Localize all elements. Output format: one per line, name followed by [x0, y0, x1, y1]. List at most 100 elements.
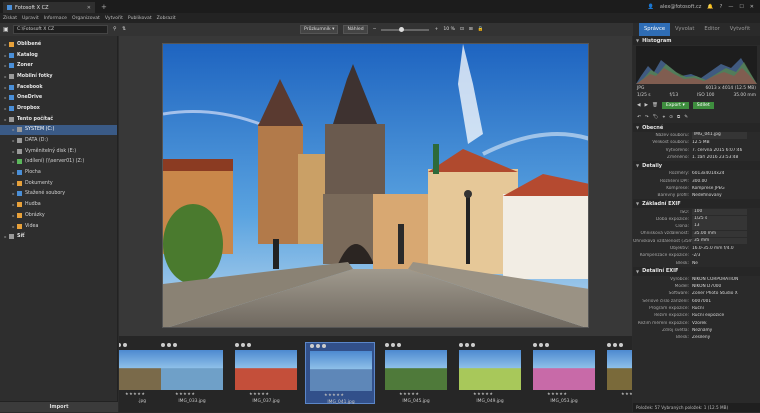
filmstrip-thumbnail[interactable]: ★★★★★ IMG_	[603, 342, 632, 404]
help-icon[interactable]: ?	[720, 4, 723, 10]
zoom-slider-handle[interactable]	[399, 26, 405, 32]
share-button[interactable]: Sdílet	[692, 101, 714, 109]
rotate-right-icon[interactable]: ↷	[645, 115, 649, 120]
tree-item[interactable]: ▸ Tento počítač	[0, 114, 117, 125]
module-tab[interactable]: Vytvořit	[725, 23, 755, 36]
app-tab[interactable]: Fotosoft X CZ ✕	[3, 2, 95, 13]
section-header-details[interactable]: ▼ Detaily	[633, 161, 760, 171]
rating-stars[interactable]: ★★★★★	[547, 391, 567, 396]
delete-icon[interactable]: 🗑	[652, 103, 658, 108]
expand-arrow-icon[interactable]: ▸	[2, 53, 9, 58]
expand-arrow-icon[interactable]: ▸	[10, 202, 17, 207]
location-icon[interactable]: ⊙	[669, 115, 673, 120]
expand-arrow-icon[interactable]: ▸	[2, 63, 9, 68]
property-value[interactable]: 13	[692, 223, 747, 230]
filmstrip-thumbnail[interactable]: ★★★★★ IMG_041.jpg	[305, 342, 375, 405]
zoom-out-icon[interactable]: −	[373, 27, 377, 32]
module-tab[interactable]: Editor	[699, 23, 724, 36]
next-icon[interactable]: ▶	[645, 103, 649, 108]
tree-item[interactable]: ▸ DATA (D:)	[0, 135, 117, 146]
previous-icon[interactable]: ◀	[637, 103, 641, 108]
expand-arrow-icon[interactable]: ▸	[2, 42, 9, 47]
tree-item[interactable]: ▸ Hudba	[0, 199, 117, 210]
module-tab[interactable]: Správce	[639, 23, 671, 36]
menu-item[interactable]: Organizovat	[72, 16, 100, 21]
close-tab-icon[interactable]: ✕	[87, 5, 91, 11]
tree-item[interactable]: ▸ (sdílení) (\\server01) (Z:)	[0, 157, 117, 168]
tree-item[interactable]: ▸ Dokumenty	[0, 178, 117, 189]
maximize-icon[interactable]: ☐	[739, 4, 743, 10]
expand-arrow-icon[interactable]: ▸	[10, 127, 17, 132]
actual-size-icon[interactable]: ⊞	[469, 27, 473, 32]
expand-arrow-icon[interactable]: ▸	[10, 138, 17, 143]
user-icon[interactable]: 👤	[648, 4, 654, 10]
rating-stars[interactable]: ★★★★★	[621, 391, 632, 396]
tree-item[interactable]: ▸ Vyměnitelný disk (E:)	[0, 146, 117, 157]
rating-stars[interactable]: ★★★★★	[249, 391, 269, 396]
filmstrip-thumbnail[interactable]: ★★★★★ IMG_053.jpg	[529, 342, 599, 404]
tree-item[interactable]: ▸ Zoner	[0, 60, 117, 71]
property-value[interactable]: 1/25 s	[692, 216, 747, 223]
import-button[interactable]: Import	[0, 401, 118, 412]
zoom-in-icon[interactable]: +	[434, 27, 438, 32]
filmstrip-thumbnail[interactable]: ★★★★★ IMG_033.jpg	[157, 342, 227, 404]
expand-arrow-icon[interactable]: ▸	[10, 149, 17, 154]
property-value[interactable]: 35.00 mm	[692, 230, 747, 238]
close-window-icon[interactable]: ✕	[750, 4, 754, 10]
tree-item[interactable]: ▸ Facebook	[0, 82, 117, 93]
menu-item[interactable]: Vytvořit	[105, 16, 123, 21]
export-button[interactable]: Export ▾	[661, 101, 689, 109]
main-photo[interactable]	[162, 43, 589, 328]
rating-stars[interactable]: ★★★★★	[324, 392, 344, 397]
tree-item[interactable]: ▸ Plocha	[0, 167, 117, 178]
menu-item[interactable]: Upravit	[22, 16, 39, 21]
expand-arrow-icon[interactable]: ▸	[10, 224, 17, 229]
section-header-exif[interactable]: ▼ Základní EXIF	[633, 199, 760, 209]
filmstrip-thumbnail[interactable]: ★★★★★ IMG_037.jpg	[231, 342, 301, 404]
expand-arrow-icon[interactable]: ▸	[2, 74, 9, 79]
menu-item[interactable]: Informace	[44, 16, 67, 21]
expand-arrow-icon[interactable]: ▸	[2, 234, 9, 239]
tree-item[interactable]: ▸ Mobilní fotky	[0, 71, 117, 82]
rating-stars[interactable]: ★★★★★	[125, 391, 145, 396]
account-email[interactable]: alex@fotosoft.cz	[660, 4, 702, 10]
tree-item[interactable]: ▸ Katalog	[0, 50, 117, 61]
filmstrip-thumbnail[interactable]: ★★★★★ IMG_045.jpg	[381, 342, 451, 404]
tree-item[interactable]: ▸ Videa	[0, 221, 117, 232]
tag-icon[interactable]: ⌖	[663, 114, 666, 120]
rating-stars[interactable]: ★★★★★	[175, 391, 195, 396]
rating-stars[interactable]: ★★★★★	[473, 391, 493, 396]
new-tab-button[interactable]: +	[101, 3, 107, 11]
menu-item[interactable]: Zobrazit	[157, 16, 176, 21]
tree-item[interactable]: ▸ Stažené soubory	[0, 189, 117, 200]
tree-item[interactable]: ▸ Oblíbené	[0, 39, 117, 50]
browser-view-button[interactable]: Průzkumník ▾	[300, 25, 339, 34]
tree-item[interactable]: ▸ Obrázky	[0, 210, 117, 221]
preview-view-button[interactable]: Náhled	[343, 25, 368, 34]
minimize-icon[interactable]: —	[728, 4, 733, 10]
tree-item[interactable]: ▸ Dropbox	[0, 103, 117, 114]
expand-arrow-icon[interactable]: ▸	[10, 191, 17, 196]
menu-item[interactable]: Publikovat	[128, 16, 152, 21]
label-icon[interactable]: 🏷	[653, 115, 659, 120]
property-value[interactable]: IMG_041.jpg	[692, 132, 747, 139]
rating-stars[interactable]: ★★★★★	[399, 391, 419, 396]
lock-icon[interactable]: 🔒	[478, 27, 484, 32]
comment-icon[interactable]: ✎	[684, 115, 688, 120]
expand-arrow-icon[interactable]: ▸	[2, 85, 9, 90]
property-value[interactable]: 100	[692, 208, 747, 216]
filter-icon[interactable]: ⚲	[113, 26, 117, 32]
sort-icon[interactable]: ⇅	[122, 26, 126, 32]
zoom-slider[interactable]	[381, 26, 430, 32]
tree-item[interactable]: ▸ SYSTEM (C:)	[0, 124, 117, 136]
tree-item[interactable]: ▸ OneDrive	[0, 92, 117, 103]
menu-item[interactable]: Získat	[3, 16, 17, 21]
property-value[interactable]: 35 mm	[692, 237, 747, 245]
section-header-detexif[interactable]: ▼ Detailní EXIF	[633, 266, 760, 276]
expand-arrow-icon[interactable]: ▸	[2, 117, 9, 122]
tree-item[interactable]: ▸ Síť	[0, 231, 117, 242]
compare-icon[interactable]: ⧉	[677, 114, 680, 120]
expand-arrow-icon[interactable]: ▸	[10, 213, 17, 218]
section-header-general[interactable]: ▼ Obecné	[633, 123, 760, 132]
filmstrip-thumbnail[interactable]: ★★★★★ IMG_049.jpg	[455, 342, 525, 404]
